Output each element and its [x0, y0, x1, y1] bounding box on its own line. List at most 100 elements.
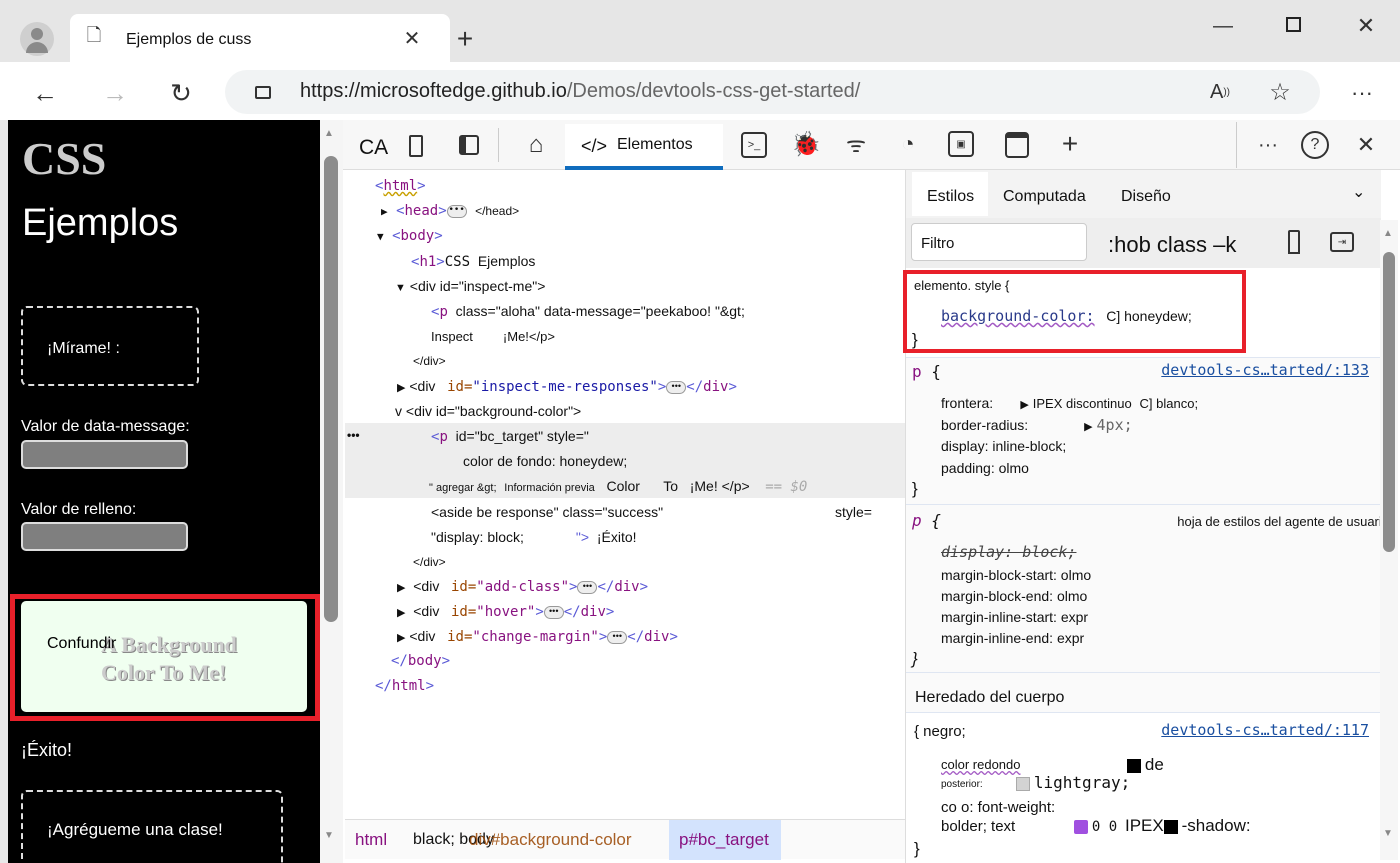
tab-estilos[interactable]: Estilos [912, 172, 988, 216]
bg-val[interactable]: C] honeydew; [1106, 308, 1192, 324]
tab-elements[interactable]: </> Elementos [565, 124, 723, 170]
dom-node-background-color[interactable]: v <div id="background-color"> [395, 399, 581, 424]
scroll-up-icon[interactable]: ▲ [324, 128, 334, 139]
bc-target-paragraph[interactable]: A Background Color To Me! Confundir [21, 601, 307, 712]
paintbrush-icon[interactable] [1288, 230, 1300, 254]
p-rule-source-link[interactable]: devtools-cs…tarted/:133 [1161, 361, 1369, 379]
dom-node-body-close[interactable]: </body> [391, 649, 450, 674]
scroll-down-icon[interactable]: ▼ [1383, 828, 1393, 839]
val[interactable]: de [1145, 755, 1164, 774]
ellipsis-icon[interactable]: ••• [446, 204, 467, 218]
expand-triangle-icon[interactable]: ▶ [1084, 421, 1092, 433]
expand-triangle-icon[interactable]: ▶ [397, 582, 405, 594]
dom-node-hover[interactable]: ▶ <div id="hover"> ••• </div> [397, 599, 614, 626]
dom-node-responses[interactable]: ▶ <div id="inspect-me-responses"> ••• </di… [397, 374, 737, 401]
read-aloud-icon[interactable]: A)) [1205, 78, 1235, 106]
inspect-tool-button[interactable]: CA [359, 136, 388, 160]
dom-node-h1[interactable]: <h1>CSS Ejemplos [411, 249, 535, 275]
bg-prop[interactable]: background-color: [941, 307, 1095, 325]
dock-sidebar-icon[interactable] [459, 135, 479, 155]
breadcrumb-html[interactable]: html [355, 830, 387, 850]
styles-scrollbar[interactable]: ▲ ▼ [1380, 220, 1398, 860]
settings-more-icon[interactable]: ··· [1345, 76, 1379, 110]
styles-scroll-thumb[interactable] [1383, 252, 1395, 552]
refresh-icon[interactable]: ↻ [164, 76, 198, 110]
breadcrumb-div[interactable]: div#background-color [469, 830, 632, 850]
padding-output[interactable] [21, 522, 188, 551]
url-text[interactable]: https://microsoftedge.github.io/Demos/de… [300, 80, 860, 103]
decl[interactable]: co o: font-weight: [941, 799, 1055, 816]
dom-node-add-class[interactable]: ▶ <div id="add-class"> ••• </div> [397, 574, 648, 601]
memory-chip-icon[interactable]: ▣ [948, 131, 974, 157]
expand-triangle-icon[interactable]: ▶ [1020, 399, 1028, 411]
color-swatch-black[interactable] [1163, 820, 1178, 835]
val[interactable]: IPEX discontinuo [1033, 396, 1132, 411]
expand-triangle-icon[interactable]: ▶ [397, 632, 405, 644]
bug-icon[interactable]: 🐞 [791, 128, 821, 160]
body-rule-source-link[interactable]: devtools-cs…tarted/:117 [1161, 721, 1369, 739]
address-bar[interactable]: https://microsoftedge.github.io/Demos/de… [225, 70, 1320, 114]
color-swatch-lightgray[interactable] [1016, 777, 1030, 792]
help-icon[interactable]: ? [1301, 131, 1329, 159]
console-icon[interactable]: >_ [741, 132, 767, 158]
page-scrollbar[interactable]: ▲ ▼ [320, 120, 343, 863]
val[interactable]: C] blanco; [1140, 396, 1199, 411]
val[interactable]: lightgray; [1034, 773, 1130, 792]
prop[interactable]: border-radius: [941, 417, 1028, 433]
collapse-triangle-icon[interactable]: ▼ [395, 282, 406, 294]
computed-sidebar-icon[interactable]: ⇥ [1330, 232, 1354, 252]
prop[interactable]: posterior: [941, 779, 983, 790]
val[interactable]: -shadow: [1182, 816, 1251, 835]
dom-node-body[interactable]: ▼ <body> [377, 224, 443, 249]
minimize-button[interactable]: — [1208, 14, 1238, 38]
hov-class-toggle[interactable]: :hob class –k [1108, 232, 1236, 258]
close-devtools-icon[interactable]: ✕ [1351, 130, 1381, 160]
shadow-editor-icon[interactable] [1074, 820, 1088, 835]
more-tools-plus-icon[interactable]: + [1055, 128, 1085, 160]
decl[interactable]: bolder; text [941, 818, 1015, 835]
close-window-button[interactable]: ✕ [1352, 12, 1380, 40]
breadcrumb-p-selected[interactable]: p#bc_target [669, 820, 781, 860]
forward-icon[interactable]: → [98, 76, 132, 110]
scroll-up-icon[interactable]: ▲ [1383, 228, 1393, 239]
tab-diseno[interactable]: Diseño [1121, 188, 1171, 206]
prop[interactable]: frontera: [941, 395, 993, 411]
close-tab-icon[interactable]: ✕ [400, 26, 424, 50]
dom-node-change-margin[interactable]: ▶ <div id="change-margin"> ••• </div> [397, 624, 678, 651]
favorite-star-icon[interactable]: ☆ [1265, 78, 1295, 106]
prop[interactable]: color redondo [941, 757, 1021, 772]
data-message-output[interactable] [21, 440, 188, 469]
ellipsis-icon[interactable]: ••• [577, 580, 598, 594]
chevron-down-icon[interactable]: ⌄ [1352, 182, 1365, 202]
selected-node[interactable]: ••• <p id="bc_target" style=" color de f… [345, 423, 905, 498]
new-tab-button[interactable]: + [450, 23, 480, 54]
val[interactable]: IPEX [1125, 816, 1164, 835]
dom-node-aside[interactable]: <aside be response" class="success" [431, 500, 663, 525]
tab-computada[interactable]: Computada [1003, 188, 1086, 206]
ellipsis-icon[interactable]: ••• [666, 380, 687, 394]
expand-triangle-icon[interactable]: ▶ [397, 382, 405, 394]
profile-avatar[interactable] [20, 22, 54, 56]
color-swatch-black[interactable] [1127, 759, 1141, 774]
application-icon[interactable] [1005, 132, 1029, 158]
wifi-network-icon[interactable]: ᯤ [841, 128, 871, 160]
performance-gauge-icon[interactable]: ◔ [893, 128, 923, 160]
maximize-button[interactable] [1286, 17, 1301, 32]
dom-node-head[interactable]: ▶ <head> ••• </head> [381, 199, 519, 224]
more-options-icon[interactable]: ··· [1253, 130, 1283, 160]
dom-node-html[interactable]: <html> [375, 174, 426, 199]
node-actions-icon[interactable]: ••• [347, 423, 360, 448]
filter-input[interactable]: Filtro [911, 223, 1087, 261]
dom-node-inspect-me[interactable]: ▼ <div id="inspect-me"> [395, 274, 545, 301]
device-emulation-icon[interactable] [409, 135, 423, 157]
home-icon[interactable]: ⌂ [521, 130, 551, 160]
display-decl[interactable]: display: inline-block; [941, 438, 1066, 454]
dom-node-html-close[interactable]: </html> [375, 674, 434, 699]
collapse-triangle-icon[interactable]: ▼ [377, 230, 384, 243]
val[interactable]: 4px; [1097, 416, 1133, 434]
padding-decl[interactable]: padding: olmo [941, 460, 1029, 476]
ellipsis-icon[interactable]: ••• [607, 630, 628, 644]
ellipsis-icon[interactable]: ••• [543, 605, 564, 619]
page-scroll-thumb[interactable] [324, 156, 338, 622]
dom-node-p-aloha[interactable]: <p class="aloha" data-message="peekaboo!… [431, 299, 745, 325]
